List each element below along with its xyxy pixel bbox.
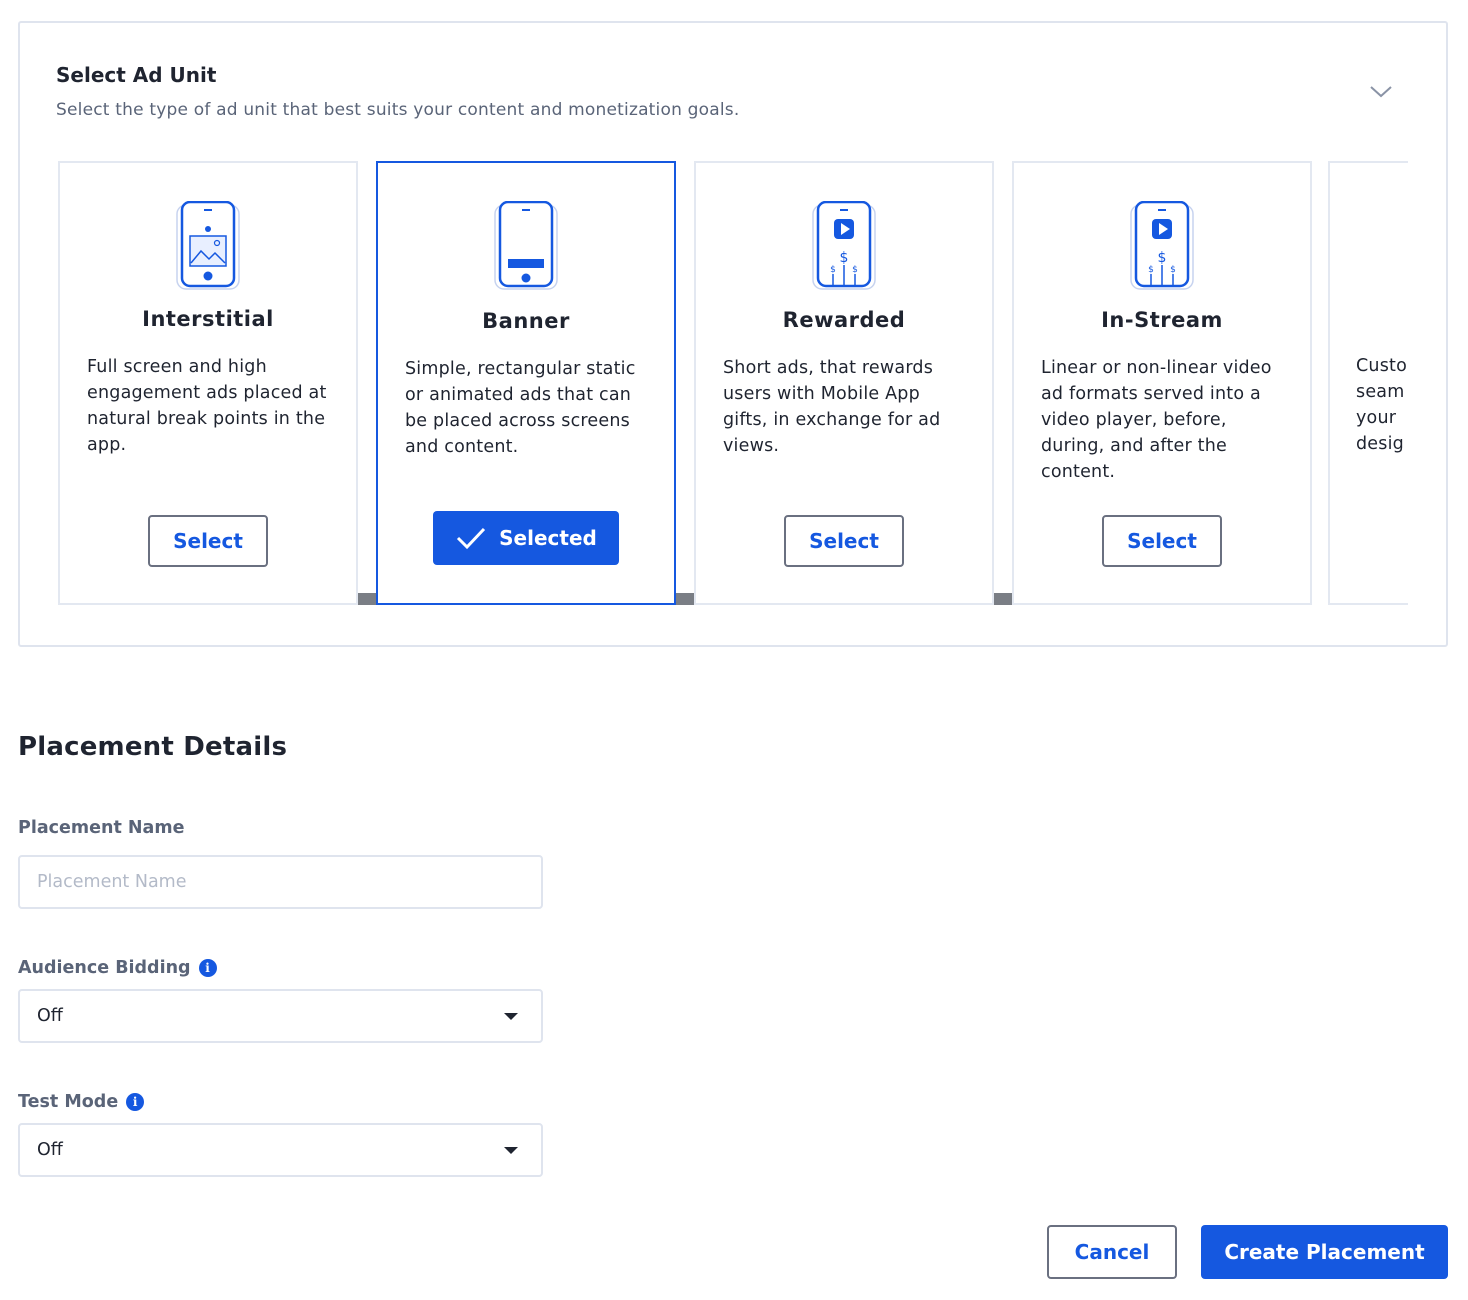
select-rewarded-button[interactable]: Select	[784, 515, 904, 567]
test-mode-select[interactable]: Off	[18, 1123, 543, 1177]
audience-bidding-label: Audience Bidding i	[18, 958, 217, 978]
label-text: Test Mode	[18, 1092, 119, 1112]
card-description: Linear or non-linear video ad formats se…	[1041, 358, 1272, 482]
card-description: Custo seam your desig	[1356, 356, 1407, 454]
svg-text:$: $	[1148, 265, 1154, 275]
phone-image-icon	[176, 201, 240, 290]
scroll-notch	[358, 593, 376, 605]
cancel-button[interactable]: Cancel	[1047, 1225, 1177, 1279]
ad-unit-card-banner[interactable]: Banner Simple, rectangular static or ani…	[376, 161, 676, 605]
selected-banner-button[interactable]: Selected	[433, 511, 619, 565]
select-value: Off	[37, 1006, 63, 1026]
ad-unit-carousel[interactable]: Interstitial Full screen and high engage…	[56, 159, 1408, 607]
placement-name-input[interactable]	[18, 855, 543, 909]
select-interstitial-button[interactable]: Select	[148, 515, 268, 567]
caret-down-icon	[504, 1146, 518, 1154]
label-text: Placement Name	[18, 818, 185, 838]
placement-name-label: Placement Name	[18, 818, 184, 838]
check-icon	[457, 527, 486, 550]
select-in-stream-button[interactable]: Select	[1102, 515, 1222, 567]
svg-text:$: $	[1170, 265, 1176, 275]
ad-unit-subtitle: Select the type of ad unit that best sui…	[56, 100, 740, 120]
placement-details-title: Placement Details	[18, 732, 288, 762]
ad-unit-title: Select Ad Unit	[56, 63, 217, 87]
card-title: Rewarded	[782, 308, 906, 332]
card-description: Simple, rectangular static or animated a…	[405, 359, 636, 457]
card-title: Interstitial	[142, 307, 274, 331]
chevron-down-icon[interactable]	[1368, 81, 1394, 101]
selected-label: Selected	[499, 526, 597, 550]
audience-bidding-select[interactable]: Off	[18, 989, 543, 1043]
scroll-notch	[676, 593, 694, 605]
phone-play-dollar-icon: $ $ $	[812, 201, 876, 290]
svg-text:$: $	[1158, 250, 1167, 266]
select-value: Off	[37, 1140, 63, 1160]
ad-unit-card-interstitial[interactable]: Interstitial Full screen and high engage…	[58, 161, 358, 605]
card-title: Banner	[482, 309, 570, 333]
label-text: Audience Bidding	[18, 958, 191, 978]
card-description: Short ads, that rewards users with Mobil…	[723, 358, 941, 456]
ad-unit-card-partial[interactable]: Custo seam your desig	[1328, 161, 1408, 605]
svg-text:$: $	[830, 265, 836, 275]
ad-unit-card-rewarded[interactable]: $ $ $ Rewarded Short ads, that rewards u…	[694, 161, 994, 605]
scroll-notch	[994, 593, 1012, 605]
info-icon[interactable]: i	[126, 1093, 145, 1111]
phone-play-dollar-icon: $ $ $	[1130, 201, 1194, 290]
ad-unit-card-in-stream[interactable]: $ $ $ In-Stream Linear or non-linear vid…	[1012, 161, 1312, 605]
phone-banner-icon	[494, 201, 558, 290]
create-placement-button[interactable]: Create Placement	[1201, 1225, 1448, 1279]
svg-text:$: $	[840, 250, 849, 266]
card-description: Full screen and high engagement ads plac…	[87, 357, 327, 455]
caret-down-icon	[504, 1012, 518, 1020]
svg-text:$: $	[852, 265, 858, 275]
info-icon[interactable]: i	[198, 959, 217, 977]
card-title: In-Stream	[1101, 308, 1223, 332]
test-mode-label: Test Mode i	[18, 1092, 145, 1112]
ad-unit-panel: Select Ad Unit Select the type of ad uni…	[18, 21, 1448, 647]
